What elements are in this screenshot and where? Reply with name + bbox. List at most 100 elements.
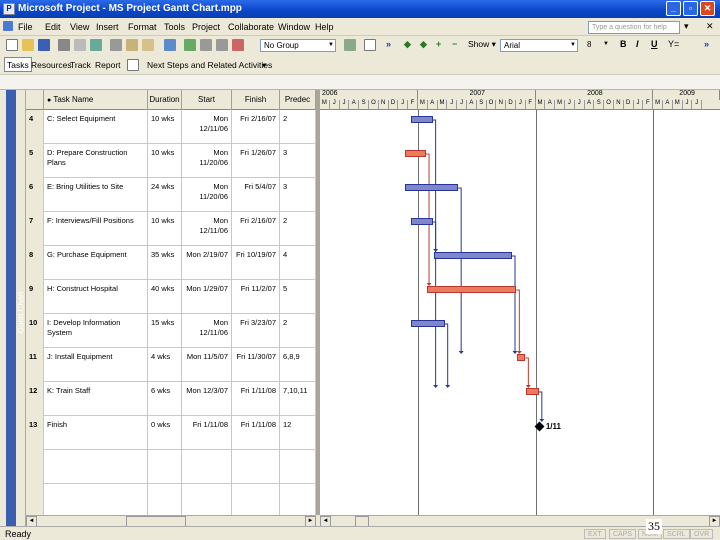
gantt-bar[interactable] xyxy=(411,320,445,327)
start-cell[interactable]: Mon 11/20/06 xyxy=(182,144,232,178)
col-id-header[interactable] xyxy=(26,90,44,110)
table-hscroll[interactable]: ◄ ► xyxy=(26,515,316,527)
next-steps-chevron-icon[interactable]: ▾ xyxy=(262,60,266,71)
duration-cell[interactable]: 4 wks xyxy=(148,348,182,382)
predecessors-cell[interactable]: 12 xyxy=(280,416,316,450)
predecessors-cell[interactable]: 2 xyxy=(280,212,316,246)
gantt-bar[interactable] xyxy=(411,218,433,225)
finish-cell[interactable]: Fri 1/11/08 xyxy=(232,382,280,416)
duration-cell[interactable]: 10 wks xyxy=(148,110,182,144)
start-cell[interactable]: Mon 12/11/06 xyxy=(182,110,232,144)
font-size-dropdown[interactable]: 8 ▼ xyxy=(584,39,610,52)
finish-cell[interactable]: Fri 2/16/07 xyxy=(232,212,280,246)
start-cell[interactable]: Mon 12/3/07 xyxy=(182,382,232,416)
task-id-cell[interactable]: 12 xyxy=(26,382,44,416)
finish-cell[interactable]: Fri 1/26/07 xyxy=(232,144,280,178)
link-tasks-icon[interactable] xyxy=(200,39,212,51)
table-row[interactable]: 10 I: Develop Information System 15 wks Mon… xyxy=(26,314,316,348)
expand-toolbar-icon[interactable]: » xyxy=(386,39,391,49)
gantt-bar[interactable] xyxy=(517,354,526,361)
task-name-cell[interactable]: H: Construct Hospital xyxy=(44,280,148,314)
task-id-cell[interactable]: 7 xyxy=(26,212,44,246)
duration-cell[interactable]: 35 wks xyxy=(148,246,182,280)
task-name-cell[interactable]: K: Train Staff xyxy=(44,382,148,416)
finish-cell[interactable]: Fri 5/4/07 xyxy=(232,178,280,212)
menu-format[interactable]: Format xyxy=(128,22,157,32)
cut-icon[interactable] xyxy=(110,39,122,51)
menu-collaborate[interactable]: Collaborate xyxy=(228,22,274,32)
duration-cell[interactable]: 24 wks xyxy=(148,178,182,212)
duration-cell[interactable]: 0 wks xyxy=(148,416,182,450)
gantt-bar[interactable] xyxy=(404,184,459,191)
finish-cell[interactable]: Fri 3/23/07 xyxy=(232,314,280,348)
help-search-input[interactable]: Type a question for help xyxy=(588,21,680,34)
predecessors-cell[interactable]: 2 xyxy=(280,314,316,348)
next-steps-menu[interactable]: Next Steps and Related Activities xyxy=(147,60,272,70)
duration-cell[interactable]: 40 wks xyxy=(148,280,182,314)
task-id-cell[interactable]: 8 xyxy=(26,246,44,280)
start-cell[interactable]: Mon 2/19/07 xyxy=(182,246,232,280)
empty-cell[interactable] xyxy=(232,450,280,484)
task-name-cell[interactable]: J: Install Equipment xyxy=(44,348,148,382)
empty-cell[interactable] xyxy=(44,450,148,484)
font-dropdown[interactable]: Arial ▼ xyxy=(500,39,578,52)
predecessors-cell[interactable]: 6,8,9 xyxy=(280,348,316,382)
minimize-button[interactable]: _ xyxy=(666,1,681,16)
gantt-bar[interactable] xyxy=(433,252,512,259)
col-taskname-header[interactable]: ● Task Name xyxy=(44,90,148,110)
menu-window[interactable]: Window xyxy=(278,22,310,32)
task-name-cell[interactable]: I: Develop Information System xyxy=(44,314,148,348)
empty-cell[interactable] xyxy=(182,450,232,484)
col-duration-header[interactable]: Duration xyxy=(148,90,182,110)
task-id-cell[interactable] xyxy=(26,484,44,515)
task-id-cell[interactable]: 5 xyxy=(26,144,44,178)
underline-icon[interactable]: U xyxy=(651,39,658,49)
duration-cell[interactable]: 6 wks xyxy=(148,382,182,416)
start-cell[interactable]: Mon 1/29/07 xyxy=(182,280,232,314)
duration-cell[interactable]: 15 wks xyxy=(148,314,182,348)
table-row[interactable]: 8 G: Purchase Equipment 35 wks Mon 2/19/07 F… xyxy=(26,246,316,280)
table-row[interactable]: 7 F: Interviews/Fill Positions 10 wks Mon 1… xyxy=(26,212,316,246)
empty-row[interactable] xyxy=(26,450,316,484)
task-id-cell[interactable]: 9 xyxy=(26,280,44,314)
table-row[interactable]: 9 H: Construct Hospital 40 wks Mon 1/29/07 F… xyxy=(26,280,316,314)
table-row[interactable]: 11 J: Install Equipment 4 wks Mon 11/5/07 Fr… xyxy=(26,348,316,382)
finish-cell[interactable]: Fri 11/30/07 xyxy=(232,348,280,382)
predecessors-cell[interactable]: 5 xyxy=(280,280,316,314)
open-icon[interactable] xyxy=(22,39,34,51)
finish-cell[interactable]: Fri 11/2/07 xyxy=(232,280,280,314)
finish-cell[interactable]: Fri 2/16/07 xyxy=(232,110,280,144)
empty-cell[interactable] xyxy=(280,450,316,484)
predecessors-cell[interactable]: 2 xyxy=(280,110,316,144)
menu-help[interactable]: Help xyxy=(315,22,334,32)
paste-icon[interactable] xyxy=(142,39,154,51)
empty-cell[interactable] xyxy=(44,484,148,515)
zoom-icon[interactable] xyxy=(344,39,356,51)
tab-report[interactable]: Report xyxy=(95,60,121,70)
task-name-cell[interactable]: E: Bring Utilities to Site xyxy=(44,178,148,212)
group-dropdown[interactable]: No Group ▼ xyxy=(260,39,336,52)
table-row[interactable]: 13 Finish 0 wks Fri 1/11/08 Fri 1/11/08 12 xyxy=(26,416,316,450)
task-id-cell[interactable]: 6 xyxy=(26,178,44,212)
gantt-bar[interactable] xyxy=(404,150,427,157)
close-button[interactable]: ✕ xyxy=(700,1,715,16)
task-id-cell[interactable] xyxy=(26,450,44,484)
task-name-cell[interactable]: Finish xyxy=(44,416,148,450)
bold-icon[interactable]: B xyxy=(620,39,627,49)
task-name-cell[interactable]: D: Prepare Construction Plans xyxy=(44,144,148,178)
entry-bar[interactable] xyxy=(0,74,720,90)
task-name-cell[interactable]: G: Purchase Equipment xyxy=(44,246,148,280)
start-cell[interactable]: Mon 12/11/06 xyxy=(182,212,232,246)
menu-project[interactable]: Project xyxy=(192,22,220,32)
maximize-button[interactable]: ▫ xyxy=(683,1,698,16)
empty-row[interactable] xyxy=(26,484,316,515)
save-icon[interactable] xyxy=(38,39,50,51)
show-menu-button[interactable]: Show ▾ xyxy=(468,39,496,50)
col-start-header[interactable]: Start xyxy=(182,90,232,110)
task-name-cell[interactable]: F: Interviews/Fill Positions xyxy=(44,212,148,246)
menu-edit[interactable]: Edit xyxy=(45,22,61,32)
toggle-guide-icon[interactable] xyxy=(127,59,139,71)
predecessors-cell[interactable]: 3 xyxy=(280,178,316,212)
menu-insert[interactable]: Insert xyxy=(96,22,119,32)
hide-subtasks-icon[interactable]: − xyxy=(452,39,457,49)
